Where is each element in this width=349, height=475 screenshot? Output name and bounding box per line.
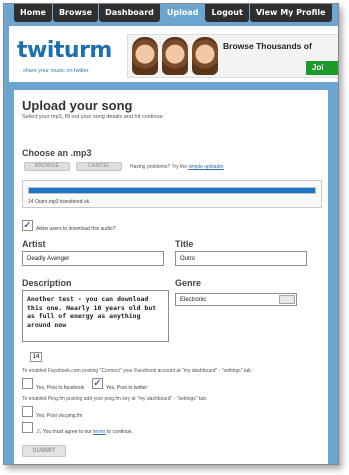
upload-help-text: Having problems? Try the	[130, 164, 187, 170]
simple-uploader-link[interactable]: simple uploader	[188, 164, 223, 170]
ad-photo-1	[132, 37, 158, 75]
nav-upload[interactable]: Upload	[160, 4, 205, 22]
nav-dashboard[interactable]: Dashboard	[99, 4, 160, 22]
nav-browse[interactable]: Browse	[52, 4, 99, 22]
upload-panel: Upload your song Select your mp3, fill o…	[14, 90, 328, 464]
description-label: Description	[22, 278, 72, 288]
genre-label: Genre	[175, 278, 202, 288]
cancel-button[interactable]: CANCEL	[76, 162, 122, 171]
progress-track	[28, 187, 316, 194]
page-title: Upload your song	[22, 98, 133, 113]
description-textarea[interactable]: Another test - you can download this one…	[22, 290, 169, 342]
browse-button[interactable]: BROWSE	[24, 162, 70, 171]
pingfm-note: To enabled Ping.fm posting add your ping…	[22, 396, 208, 402]
post-facebook-checkbox[interactable]	[22, 378, 33, 389]
facebook-note: To enabled Facebook.com posting "Connect…	[22, 368, 253, 374]
logo-text-part1: twit	[17, 38, 64, 63]
browser-frame: Home Browse Dashboard Upload Logout View…	[3, 3, 339, 465]
post-twitter-label: Yes, Post to twitter	[106, 385, 148, 391]
warning-icon: ⚠	[36, 429, 42, 435]
ad-photo-2	[162, 37, 188, 75]
logo-tagline: share your music on twitter	[23, 68, 89, 74]
terms-link[interactable]: terms	[93, 429, 106, 435]
title-input[interactable]: Outro	[175, 251, 307, 266]
choose-mp3-heading: Choose an .mp3	[22, 148, 92, 158]
site-header: twiturm share your music on twitter Brow…	[9, 26, 338, 82]
artist-label: Artist	[22, 239, 46, 249]
post-twitter-checkbox[interactable]: ✓	[92, 378, 103, 389]
nav-home[interactable]: Home	[14, 4, 52, 22]
terms-prefix: You must agree to our	[42, 429, 92, 435]
ad-headline: Browse Thousands of	[223, 41, 312, 51]
genre-selected-value: Electronic	[180, 297, 207, 303]
post-pingfm-checkbox[interactable]	[22, 406, 33, 417]
ad-join-button[interactable]: Joi	[306, 61, 338, 75]
allow-download-label: Allow users to download this audio?	[36, 226, 116, 232]
allow-download-checkbox[interactable]: ✓	[22, 220, 33, 231]
progress-fill	[29, 188, 315, 193]
terms-row: ⚠ You must agree to our terms to continu…	[36, 428, 133, 435]
upload-help: Having problems? Try the simple uploader	[130, 164, 224, 170]
submit-button[interactable]: SUBMIT	[22, 445, 66, 457]
ad-banner[interactable]: Browse Thousands of Joi	[127, 34, 338, 78]
upload-progress-box: 14 Outro.mp3 transfered ok.	[22, 180, 322, 208]
twiturm-logo[interactable]: twiturm	[17, 38, 112, 63]
terms-checkbox[interactable]	[22, 422, 33, 433]
character-counter: 14	[30, 352, 42, 362]
title-label: Title	[175, 239, 194, 249]
ad-photo-3	[192, 37, 218, 75]
post-facebook-label: Yes, Post to facebook	[36, 385, 85, 391]
page-subtitle: Select your mp3, fill out your song deta…	[22, 114, 165, 120]
artist-input[interactable]: Deadly Avenger	[22, 251, 164, 266]
nav-view-profile[interactable]: View My Profile	[249, 4, 332, 22]
genre-select[interactable]: Electronic	[175, 293, 297, 306]
top-nav: Home Browse Dashboard Upload Logout View…	[14, 4, 332, 22]
progress-status: 14 Outro.mp3 transfered ok.	[28, 199, 91, 205]
post-pingfm-label: Yes, Post via ping.fm	[36, 413, 83, 419]
terms-suffix: to continue.	[107, 429, 133, 435]
nav-logout[interactable]: Logout	[205, 4, 249, 22]
logo-text-part2: urm	[63, 38, 112, 63]
genre-dropdown-button[interactable]	[279, 295, 295, 304]
